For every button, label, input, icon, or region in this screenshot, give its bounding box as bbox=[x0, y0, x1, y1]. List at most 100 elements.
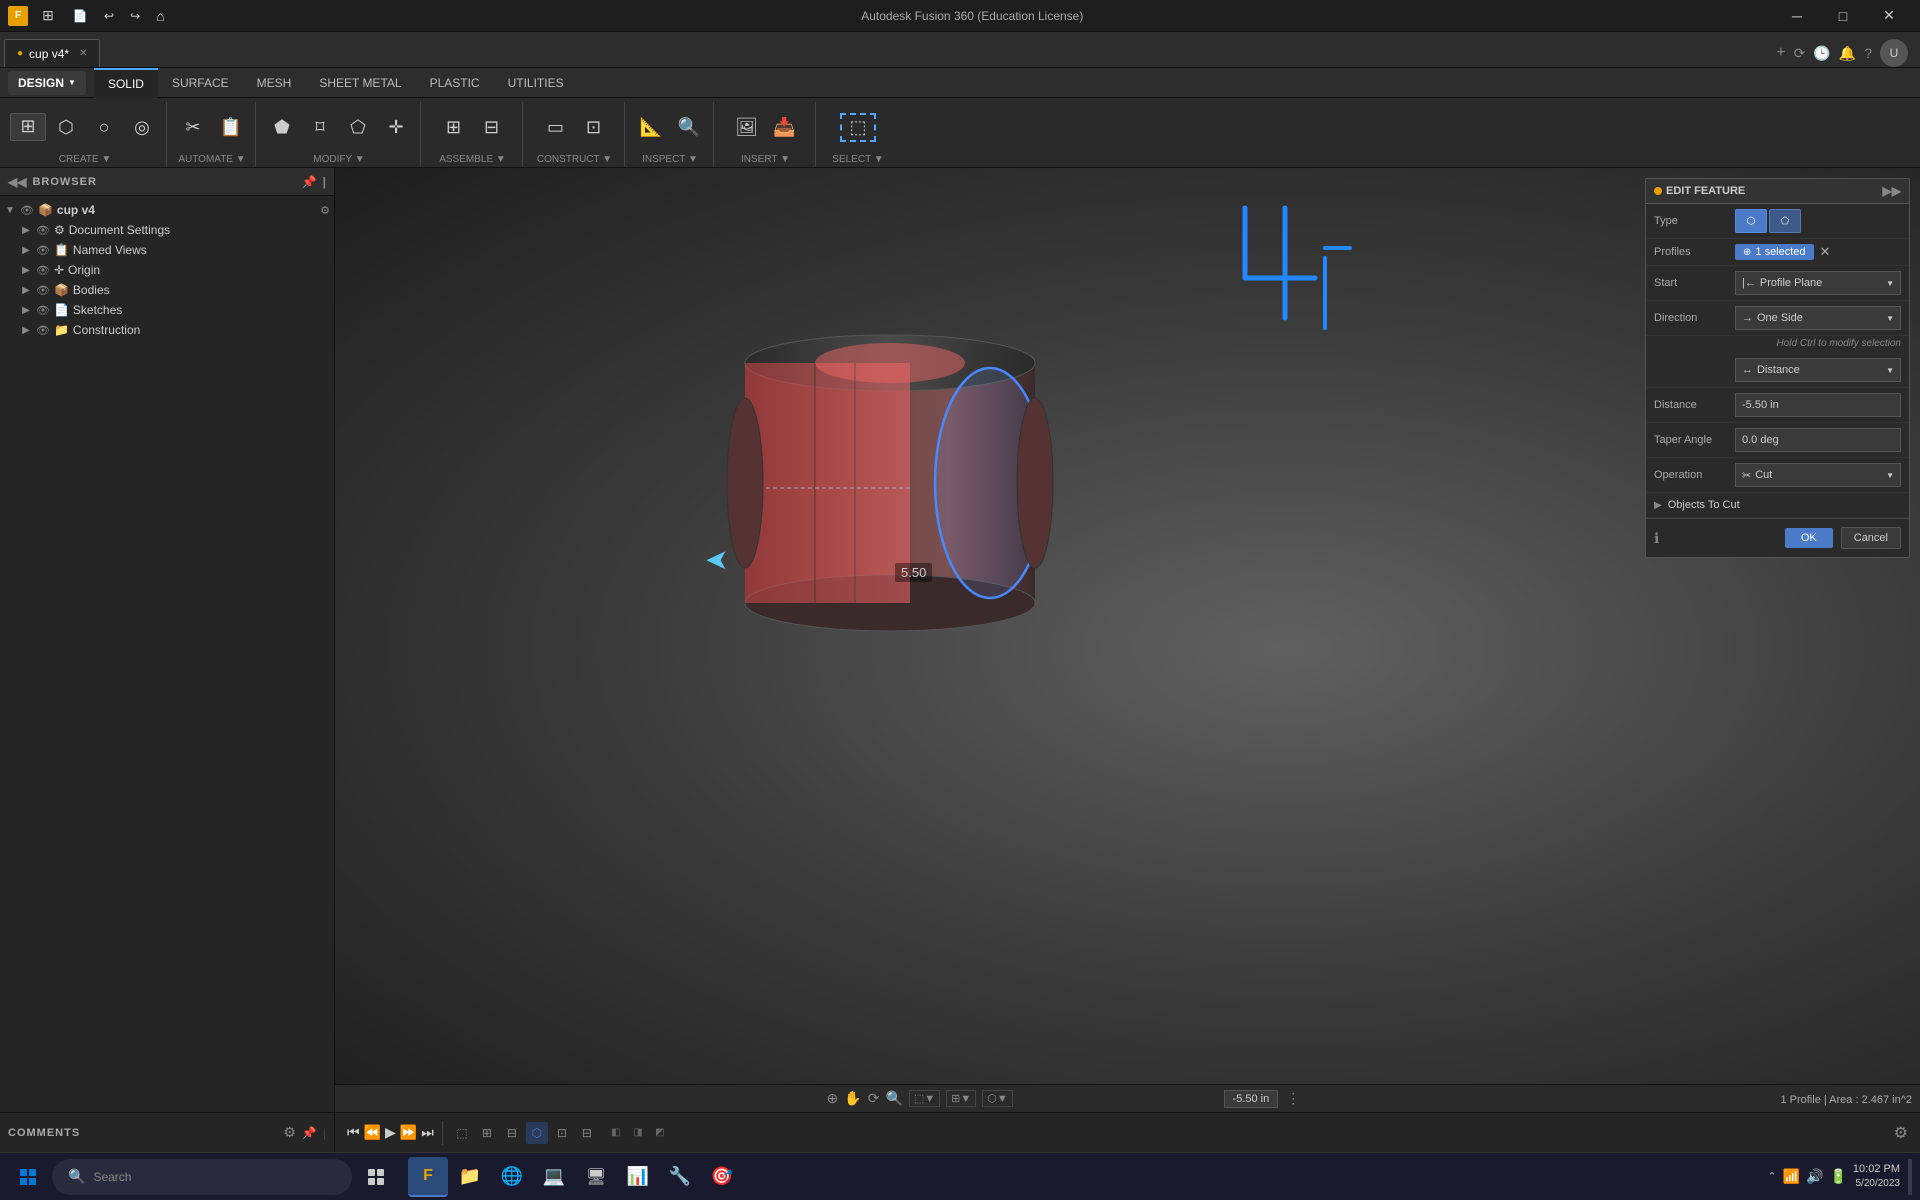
tree-expand-construction[interactable]: ▶ bbox=[20, 324, 32, 336]
hole-btn[interactable]: ◎ bbox=[124, 115, 160, 140]
taskbar-app-code[interactable]: 💻 bbox=[534, 1157, 574, 1197]
panel-info-icon[interactable]: ℹ bbox=[1654, 530, 1659, 547]
tray-sound-icon[interactable]: 🔊 bbox=[1806, 1168, 1823, 1185]
type-btn-1[interactable]: ⬡ bbox=[1735, 209, 1767, 233]
modify-btn2[interactable]: ⌑ bbox=[302, 115, 338, 140]
profiles-remove-btn[interactable]: ✕ bbox=[1820, 244, 1831, 260]
select-btn[interactable]: ⬚ bbox=[840, 113, 876, 142]
timeline-icon-3[interactable]: ◩ bbox=[650, 1123, 670, 1143]
taskbar-app-dell[interactable]: 🖥 bbox=[576, 1157, 616, 1197]
anim-icon-3[interactable]: ⊟ bbox=[501, 1122, 523, 1144]
settings-icon[interactable]: ⚙ bbox=[1894, 1123, 1908, 1143]
tree-item-sketches[interactable]: ▶ 👁 📄 Sketches bbox=[0, 300, 334, 320]
task-view-btn[interactable] bbox=[356, 1157, 396, 1197]
redo-btn[interactable]: ↪ bbox=[124, 7, 146, 25]
distance-input[interactable] bbox=[1735, 393, 1901, 417]
maximize-btn[interactable]: □ bbox=[1820, 0, 1866, 32]
timeline-icon-2[interactable]: ◨ bbox=[628, 1123, 648, 1143]
nav-icon-3[interactable]: ⟳ bbox=[868, 1090, 880, 1107]
timeline-icon-1[interactable]: ◧ bbox=[606, 1123, 626, 1143]
extent-dropdown[interactable]: ↔ Distance ▼ bbox=[1735, 358, 1901, 382]
history-icon[interactable]: 🕒 bbox=[1813, 45, 1830, 62]
play-skip-fwd-btn[interactable]: ⏭ bbox=[421, 1124, 434, 1141]
user-avatar[interactable]: U bbox=[1880, 39, 1908, 67]
undo-btn[interactable]: ↩ bbox=[98, 7, 120, 25]
more-btn[interactable]: ⋮ bbox=[1286, 1090, 1300, 1107]
browser-pin-btn[interactable]: 📌 bbox=[302, 175, 317, 189]
tree-expand-sketches[interactable]: ▶ bbox=[20, 304, 32, 316]
tab-solid[interactable]: SOLID bbox=[94, 68, 158, 98]
tree-expand-arrow[interactable]: ▼ bbox=[4, 204, 16, 216]
tab-close-btn[interactable]: ✕ bbox=[79, 48, 87, 59]
objects-to-cut-row[interactable]: ▶ Objects To Cut bbox=[1646, 493, 1909, 518]
automate-btn2[interactable]: 📋 bbox=[213, 115, 249, 140]
start-button[interactable] bbox=[8, 1157, 48, 1197]
profiles-selected-badge[interactable]: ⊕ 1 selected bbox=[1735, 244, 1814, 260]
revolve-btn[interactable]: ○ bbox=[86, 115, 122, 140]
tray-battery-icon[interactable]: 🔋 bbox=[1829, 1168, 1846, 1185]
tree-item-doc-settings[interactable]: ▶ 👁 ⚙ Document Settings bbox=[0, 220, 334, 240]
ok-button[interactable]: OK bbox=[1785, 528, 1833, 548]
view-btn[interactable]: ⬡▼ bbox=[982, 1090, 1013, 1107]
taskbar-app-edge[interactable]: 🌐 bbox=[492, 1157, 532, 1197]
tree-item-construction[interactable]: ▶ 👁 📁 Construction bbox=[0, 320, 334, 340]
nav-icon-1[interactable]: ⊕ bbox=[827, 1090, 839, 1107]
tree-item-origin[interactable]: ▶ 👁 ✛ Origin bbox=[0, 260, 334, 280]
minimize-btn[interactable]: ─ bbox=[1774, 0, 1820, 32]
help-icon[interactable]: ? bbox=[1864, 45, 1872, 61]
modify-btn3[interactable]: ⬠ bbox=[340, 115, 376, 140]
refresh-icon[interactable]: ⟳ bbox=[1794, 45, 1806, 62]
tree-item-options-icon[interactable]: ⚙ bbox=[320, 204, 330, 217]
show-desktop-btn[interactable] bbox=[1908, 1159, 1912, 1195]
anim-icon-5[interactable]: ⊡ bbox=[551, 1122, 573, 1144]
taskbar-app-7[interactable]: 🎯 bbox=[702, 1157, 742, 1197]
menu-icon[interactable]: ⊞ bbox=[34, 2, 62, 30]
play-forward-btn[interactable]: ⏩ bbox=[400, 1124, 417, 1141]
direction-dropdown[interactable]: → One Side ▼ bbox=[1735, 306, 1901, 330]
file-menu[interactable]: 📄 bbox=[66, 2, 94, 30]
design-dropdown[interactable]: DESIGN ▼ bbox=[8, 71, 86, 95]
active-tab[interactable]: ● cup v4* ✕ bbox=[4, 39, 100, 67]
cancel-button[interactable]: Cancel bbox=[1841, 527, 1901, 549]
construct-btn2[interactable]: ⊡ bbox=[576, 115, 612, 140]
tree-visible-origin[interactable]: 👁 bbox=[36, 264, 50, 277]
taskbar-app-6[interactable]: 🔧 bbox=[660, 1157, 700, 1197]
inspect-btn2[interactable]: 🔍 bbox=[671, 115, 707, 140]
construct-btn1[interactable]: ▭ bbox=[538, 115, 574, 140]
comments-settings-icon[interactable]: ⚙ bbox=[283, 1124, 296, 1141]
play-btn[interactable]: ▶ bbox=[385, 1124, 396, 1141]
tree-item-named-views[interactable]: ▶ 👁 📋 Named Views bbox=[0, 240, 334, 260]
insert-btn1[interactable]: 🖼 bbox=[729, 115, 765, 140]
anim-icon-2[interactable]: ⊞ bbox=[476, 1122, 498, 1144]
tray-up-arrow[interactable]: ⌃ bbox=[1767, 1170, 1776, 1183]
modify-btn1[interactable]: ⬟ bbox=[264, 115, 300, 140]
browser-collapse-icon[interactable]: ◀◀ bbox=[8, 175, 26, 189]
home-btn[interactable]: ⌂ bbox=[150, 6, 170, 26]
tab-utilities[interactable]: UTILITIES bbox=[494, 68, 578, 98]
automate-btn[interactable]: ✂ bbox=[175, 115, 211, 140]
start-dropdown[interactable]: |← Profile Plane ▼ bbox=[1735, 271, 1901, 295]
operation-dropdown[interactable]: ✂ Cut ▼ bbox=[1735, 463, 1901, 487]
taper-input[interactable] bbox=[1735, 428, 1901, 452]
tree-expand-origin[interactable]: ▶ bbox=[20, 264, 32, 276]
panel-expand-btn[interactable]: ▶▶ bbox=[1883, 184, 1901, 198]
anim-icon-6[interactable]: ⊟ bbox=[576, 1122, 598, 1144]
tree-visible-named[interactable]: 👁 bbox=[36, 244, 50, 257]
comments-pin-icon[interactable]: 📌 bbox=[302, 1126, 317, 1140]
insert-btn2[interactable]: 📥 bbox=[767, 115, 803, 140]
type-btn-2[interactable]: ⬠ bbox=[1769, 209, 1801, 233]
tree-item-visible-icon[interactable]: 👁 bbox=[20, 204, 34, 217]
tab-sheet-metal[interactable]: SHEET METAL bbox=[305, 68, 415, 98]
anim-icon-active[interactable]: ⬡ bbox=[526, 1122, 548, 1144]
tab-surface[interactable]: SURFACE bbox=[158, 68, 243, 98]
new-tab-btn[interactable]: + bbox=[1776, 44, 1785, 62]
tree-visible-doc[interactable]: 👁 bbox=[36, 224, 50, 237]
tree-visible-bodies[interactable]: 👁 bbox=[36, 284, 50, 297]
taskbar-app-5[interactable]: 📊 bbox=[618, 1157, 658, 1197]
inspect-btn[interactable]: 📐 bbox=[633, 115, 669, 140]
taskbar-search[interactable]: 🔍 Search bbox=[52, 1159, 352, 1195]
assemble-btn2[interactable]: ⊟ bbox=[474, 115, 510, 140]
play-back-btn[interactable]: ⏪ bbox=[364, 1124, 381, 1141]
taskbar-app-fusion[interactable]: F bbox=[408, 1157, 448, 1197]
tab-mesh[interactable]: MESH bbox=[243, 68, 306, 98]
